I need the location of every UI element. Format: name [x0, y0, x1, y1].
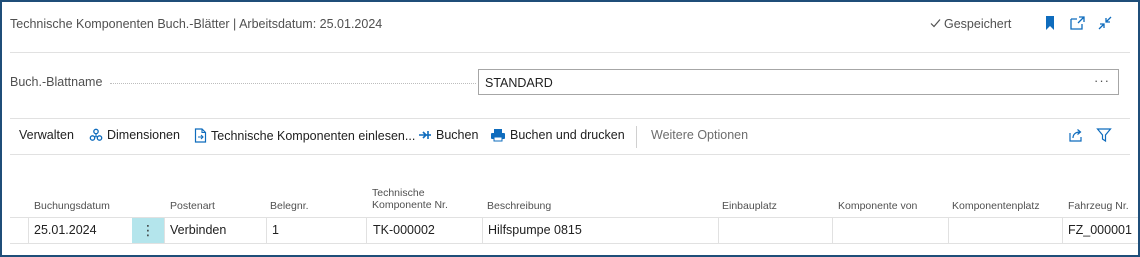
filter-icon[interactable]: [1096, 127, 1112, 143]
saved-status-label: Gespeichert: [944, 17, 1012, 31]
dimensions-button-label: Dimensionen: [107, 128, 180, 142]
column-header-component-no-line1: Technische: [372, 187, 425, 199]
ellipsis-icon[interactable]: ···: [1094, 73, 1110, 88]
row-gridline: [482, 218, 483, 243]
cell-component-of[interactable]: [838, 218, 944, 243]
column-header-install-location[interactable]: Einbauplatz: [722, 200, 777, 212]
column-header-description[interactable]: Beschreibung: [487, 200, 551, 212]
action-toolbar: Verwalten Dimensionen Technische Kompone…: [2, 124, 1138, 150]
toolbar-divider: [636, 126, 637, 148]
title-divider: [10, 52, 1130, 53]
post-and-print-label: Buchen und drucken: [510, 128, 625, 142]
post-button[interactable]: Buchen: [418, 128, 478, 142]
title-bar: Technische Komponenten Buch.-Blätter | A…: [2, 2, 1138, 50]
page-frame: Technische Komponenten Buch.-Blätter | A…: [0, 0, 1140, 257]
row-divider: [10, 243, 1138, 244]
column-header-component-no-line2: Komponente Nr.: [372, 199, 448, 211]
cell-install-location[interactable]: [724, 218, 830, 243]
toolbar-divider-bottom: [10, 154, 1130, 155]
checkmark-icon: [930, 17, 941, 31]
bookmark-icon[interactable]: [1042, 14, 1060, 32]
column-header-vehicle-no[interactable]: Fahrzeug Nr.: [1068, 200, 1129, 212]
column-header-component-no[interactable]: Technische Komponente Nr.: [372, 187, 448, 211]
manage-menu-label: Verwalten: [19, 128, 74, 142]
post-and-print-button[interactable]: Buchen und drucken: [490, 128, 625, 142]
batch-name-label: Buch.-Blattname: [10, 75, 103, 89]
column-header-component-of[interactable]: Komponente von: [838, 200, 917, 212]
row-gridline: [266, 218, 267, 243]
cell-description[interactable]: Hilfspumpe 0815: [488, 218, 714, 243]
saved-status: Gespeichert: [930, 17, 1011, 31]
manage-menu[interactable]: Verwalten: [19, 128, 74, 142]
column-header-entry-type[interactable]: Postenart: [170, 200, 215, 212]
collapse-icon[interactable]: [1096, 14, 1114, 32]
page-title: Technische Komponenten Buch.-Blätter | A…: [10, 17, 383, 31]
dimensions-icon: [89, 128, 103, 142]
cell-entry-type[interactable]: Verbinden: [170, 218, 262, 243]
open-in-new-window-icon[interactable]: [1069, 14, 1087, 32]
import-components-button[interactable]: Technische Komponenten einlesen...: [194, 128, 415, 143]
batch-name-field[interactable]: STANDARD ···: [478, 69, 1119, 95]
cell-component-location[interactable]: [954, 218, 1060, 243]
more-options-label: Weitere Optionen: [651, 128, 749, 142]
batch-name-value: STANDARD: [485, 76, 553, 90]
batch-name-leader: [110, 83, 476, 84]
row-gridline: [1062, 218, 1063, 243]
column-header-component-location[interactable]: Komponentenplatz: [952, 200, 1040, 212]
post-icon: [418, 128, 432, 142]
import-file-icon: [194, 128, 207, 143]
cell-component-no[interactable]: TK-000002: [373, 218, 479, 243]
dimensions-button[interactable]: Dimensionen: [89, 128, 180, 142]
column-header-posting-date[interactable]: Buchungsdatum: [34, 200, 110, 212]
cell-posting-date[interactable]: 25.01.2024: [34, 218, 130, 243]
row-gridline: [832, 218, 833, 243]
field-divider: [10, 118, 1130, 119]
row-gridline: [366, 218, 367, 243]
row-gridline: [718, 218, 719, 243]
post-button-label: Buchen: [436, 128, 479, 142]
row-actions-button[interactable]: ⋮: [132, 218, 164, 243]
cell-document-no[interactable]: 1: [272, 218, 362, 243]
share-icon[interactable]: [1068, 127, 1084, 143]
column-header-document-no[interactable]: Belegnr.: [270, 200, 309, 212]
cell-vehicle-no[interactable]: FZ_000001: [1068, 218, 1138, 243]
import-components-label: Technische Komponenten einlesen...: [211, 128, 416, 143]
row-gridline: [28, 218, 29, 243]
row-gridline: [948, 218, 949, 243]
row-gridline: [164, 218, 165, 243]
more-options-button[interactable]: Weitere Optionen: [651, 128, 748, 142]
printer-icon: [490, 128, 506, 142]
